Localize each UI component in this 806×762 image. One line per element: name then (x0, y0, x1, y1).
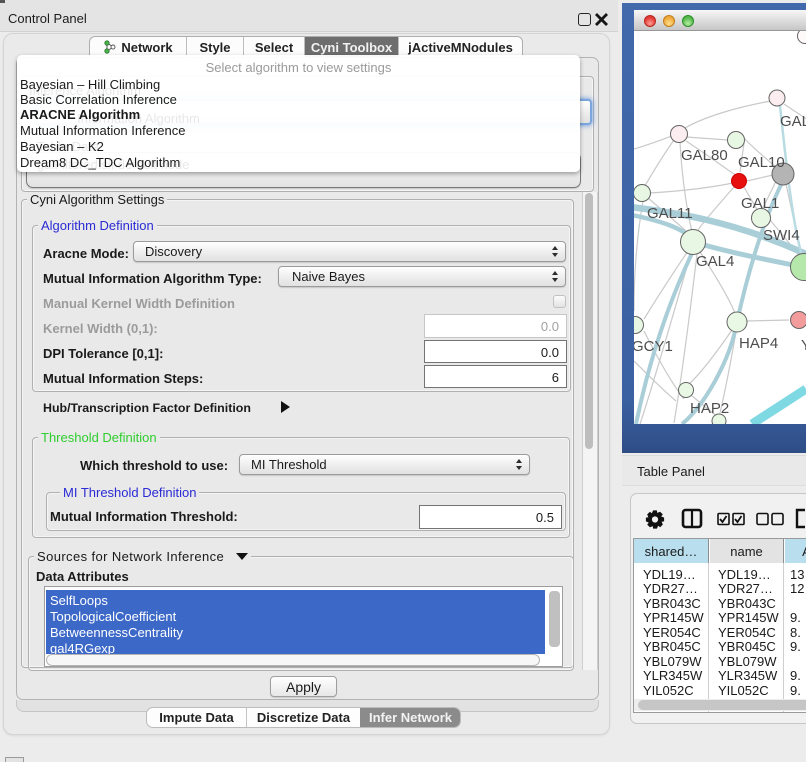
svg-text:GCY1: GCY1 (634, 338, 673, 355)
svg-text:HAP2: HAP2 (690, 400, 729, 417)
svg-text:GAL1: GAL1 (741, 195, 779, 212)
svg-text:HAP4: HAP4 (739, 335, 778, 352)
svg-text:SWI4: SWI4 (763, 227, 800, 244)
svg-text:GAL10: GAL10 (738, 154, 785, 171)
svg-text:GAL80: GAL80 (681, 147, 728, 164)
svg-text:GAL11: GAL11 (647, 205, 693, 222)
svg-text:GAL: GAL (780, 113, 806, 130)
svg-text:Y: Y (801, 337, 806, 354)
svg-text:GAL4: GAL4 (696, 253, 734, 270)
